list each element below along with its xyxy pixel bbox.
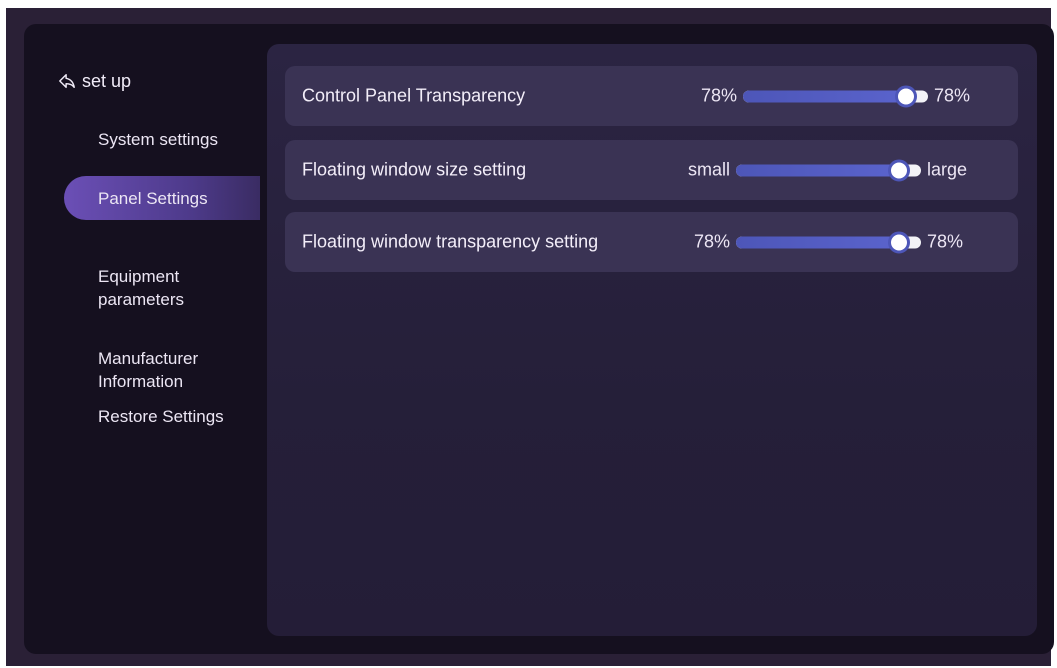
setting-label: Floating window size setting: [302, 159, 527, 180]
slider-max-label: 78%: [934, 85, 971, 106]
sidebar-item-label: Equipment parameters: [98, 267, 184, 309]
setting-label: Control Panel Transparency: [302, 85, 526, 106]
sidebar-item-label: Restore Settings: [98, 407, 224, 426]
slider-track[interactable]: [736, 159, 922, 181]
control-panel-transparency-slider[interactable]: 78% 78%: [701, 85, 971, 107]
slider-fill: [736, 236, 899, 248]
sidebar-item-manufacturer-information[interactable]: Manufacturer Information: [64, 324, 260, 393]
slider-min-label: small: [688, 159, 731, 180]
sidebar-item-label: Panel Settings: [98, 188, 208, 208]
slider-knob[interactable]: [894, 85, 917, 107]
slider-fill: [736, 164, 899, 176]
slider-fill: [743, 90, 906, 102]
sidebar-item-equipment-parameters[interactable]: Equipment parameters: [64, 242, 260, 311]
back-label: set up: [82, 70, 132, 91]
slider-min-label: 78%: [694, 231, 731, 252]
settings-panel: Control Panel Transparency 78% 78% Float…: [267, 44, 1037, 636]
floating-window-transparency-slider[interactable]: 78% 78%: [694, 231, 964, 253]
back-arrow-icon: [59, 73, 75, 89]
slider-track[interactable]: [743, 85, 929, 107]
setting-row-floating-window-size: Floating window size setting small large: [285, 140, 1018, 200]
setting-label: Floating window transparency setting: [302, 231, 599, 252]
floating-window-size-slider[interactable]: small large: [688, 159, 968, 181]
slider-track[interactable]: [736, 231, 922, 253]
slider-knob[interactable]: [887, 231, 910, 253]
slider-max-label: 78%: [927, 231, 964, 252]
sidebar-item-restore-settings[interactable]: Restore Settings: [64, 405, 260, 428]
slider-max-label: large: [927, 159, 968, 180]
back-button[interactable]: set up: [58, 68, 131, 94]
slider-min-label: 78%: [701, 85, 738, 106]
setting-row-floating-window-transparency: Floating window transparency setting 78%…: [285, 212, 1018, 272]
sidebar-item-label: System settings: [98, 130, 218, 149]
settings-window: set up System settings Panel Settings Eq…: [24, 24, 1054, 654]
slider-knob[interactable]: [887, 159, 910, 181]
sidebar-item-label: Manufacturer Information: [98, 349, 199, 391]
setting-row-control-panel-transparency: Control Panel Transparency 78% 78%: [285, 66, 1018, 126]
sidebar-item-panel-settings[interactable]: Panel Settings: [64, 176, 260, 220]
sidebar-item-system-settings[interactable]: System settings: [64, 128, 260, 151]
sidebar: set up System settings Panel Settings Eq…: [24, 24, 274, 654]
